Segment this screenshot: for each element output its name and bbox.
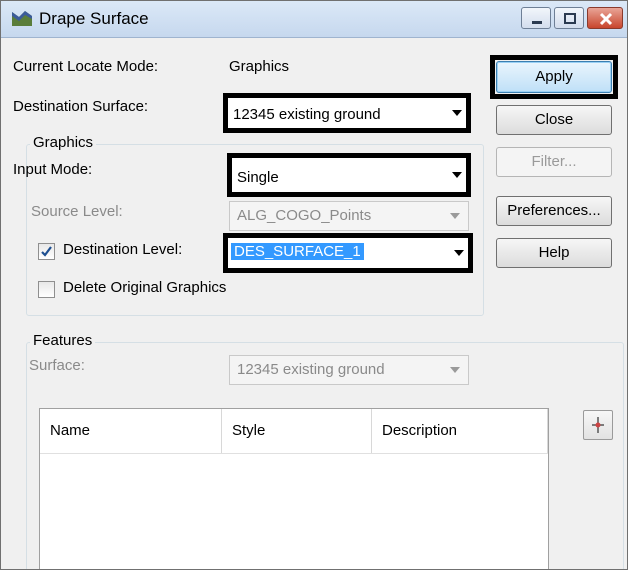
source-level-value: ALG_COGO_Points	[237, 207, 372, 224]
current-locate-mode-value: Graphics	[229, 58, 290, 75]
close-button[interactable]: Close	[496, 105, 612, 135]
preferences-button[interactable]: Preferences...	[496, 196, 612, 226]
apply-button[interactable]: Apply	[496, 61, 612, 93]
features-group-title: Features	[30, 332, 96, 349]
window-title: Drape Surface	[39, 9, 149, 28]
drape-surface-dialog: Drape Surface Current Locate Mode: Graph…	[0, 0, 628, 570]
input-mode-value: Single	[237, 169, 279, 186]
surface-value: 12345 existing ground	[237, 361, 385, 378]
source-level-select: ALG_COGO_Points	[229, 201, 469, 231]
chevron-down-icon[interactable]	[452, 172, 462, 178]
help-button[interactable]: Help	[496, 238, 612, 268]
destination-surface-select[interactable]: 12345 existing ground	[223, 93, 471, 133]
surface-select: 12345 existing ground	[229, 355, 469, 385]
source-level-label: Source Level:	[31, 203, 123, 220]
column-header-name[interactable]: Name	[40, 409, 222, 453]
features-table[interactable]: Name Style Description	[39, 408, 549, 569]
current-locate-mode-label: Current Locate Mode:	[13, 58, 159, 75]
title-bar[interactable]: Drape Surface	[1, 1, 627, 38]
close-window-button[interactable]	[587, 7, 623, 29]
column-header-description[interactable]: Description	[372, 409, 548, 453]
delete-original-graphics-label: Delete Original Graphics	[63, 279, 227, 296]
features-table-header: Name Style Description	[40, 409, 548, 454]
graphics-group-title: Graphics	[30, 134, 97, 151]
pin-icon	[592, 417, 604, 433]
chevron-down-icon[interactable]	[454, 250, 464, 256]
column-header-style[interactable]: Style	[222, 409, 372, 453]
checkmark-icon	[41, 246, 52, 257]
destination-level-value: DES_SURFACE_1	[231, 243, 364, 260]
delete-original-graphics-checkbox[interactable]	[38, 281, 55, 298]
drape-surface-app-icon	[12, 11, 32, 26]
locate-feature-button[interactable]	[583, 410, 613, 440]
chevron-down-icon	[450, 367, 460, 373]
input-mode-select[interactable]: Single	[227, 153, 471, 197]
destination-level-label: Destination Level:	[63, 241, 183, 258]
close-icon	[599, 12, 613, 26]
destination-level-checkbox[interactable]	[38, 243, 55, 260]
destination-level-select[interactable]: DES_SURFACE_1	[223, 233, 473, 273]
destination-surface-label: Destination Surface:	[13, 98, 149, 115]
input-mode-label: Input Mode:	[13, 161, 93, 178]
maximize-icon	[564, 13, 576, 24]
minimize-icon	[532, 21, 542, 24]
surface-label: Surface:	[29, 357, 85, 374]
destination-surface-value: 12345 existing ground	[233, 106, 381, 123]
chevron-down-icon	[450, 213, 460, 219]
filter-button: Filter...	[496, 147, 612, 177]
chevron-down-icon[interactable]	[452, 110, 462, 116]
maximize-button[interactable]	[554, 7, 584, 29]
minimize-button[interactable]	[521, 7, 551, 29]
